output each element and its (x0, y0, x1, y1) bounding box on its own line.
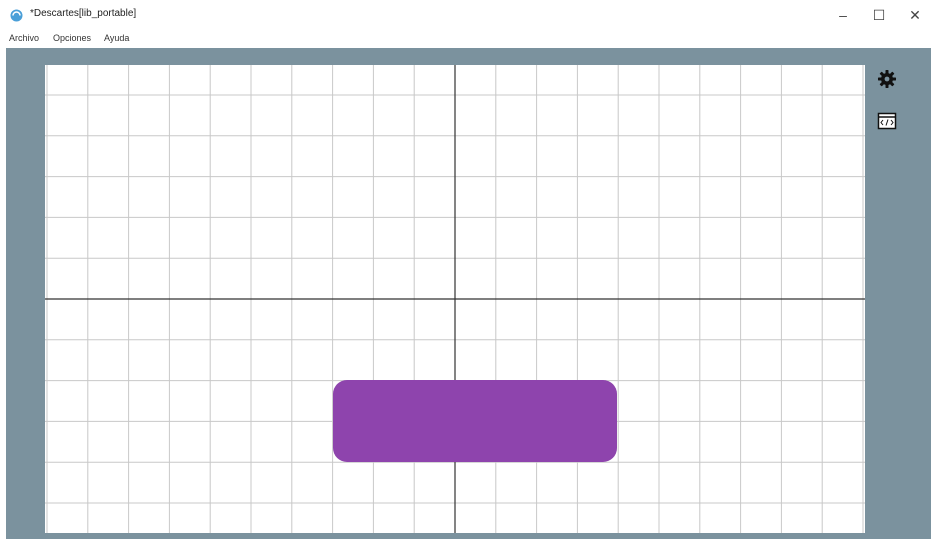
maximize-button[interactable]: ☐ (862, 0, 896, 30)
window-title: *Descartes[lib_portable] (30, 8, 137, 19)
descartes-app-icon (10, 9, 23, 22)
close-button[interactable]: ✕ (898, 0, 931, 30)
menu-opciones[interactable]: Opciones (53, 33, 91, 43)
config-button[interactable] (876, 68, 898, 90)
minimize-button[interactable]: – (826, 0, 860, 30)
grid (45, 65, 865, 533)
graph-canvas[interactable] (45, 65, 865, 533)
menu-bar: Archivo Opciones Ayuda (0, 30, 931, 48)
menu-ayuda[interactable]: Ayuda (104, 33, 129, 43)
title-bar: *Descartes[lib_portable] – ☐ ✕ (0, 0, 931, 30)
gear-icon (878, 70, 896, 88)
menu-archivo[interactable]: Archivo (9, 33, 39, 43)
code-window-icon (877, 112, 897, 130)
purple-rectangle-shape[interactable] (333, 380, 617, 462)
code-editor-button[interactable] (876, 110, 898, 132)
